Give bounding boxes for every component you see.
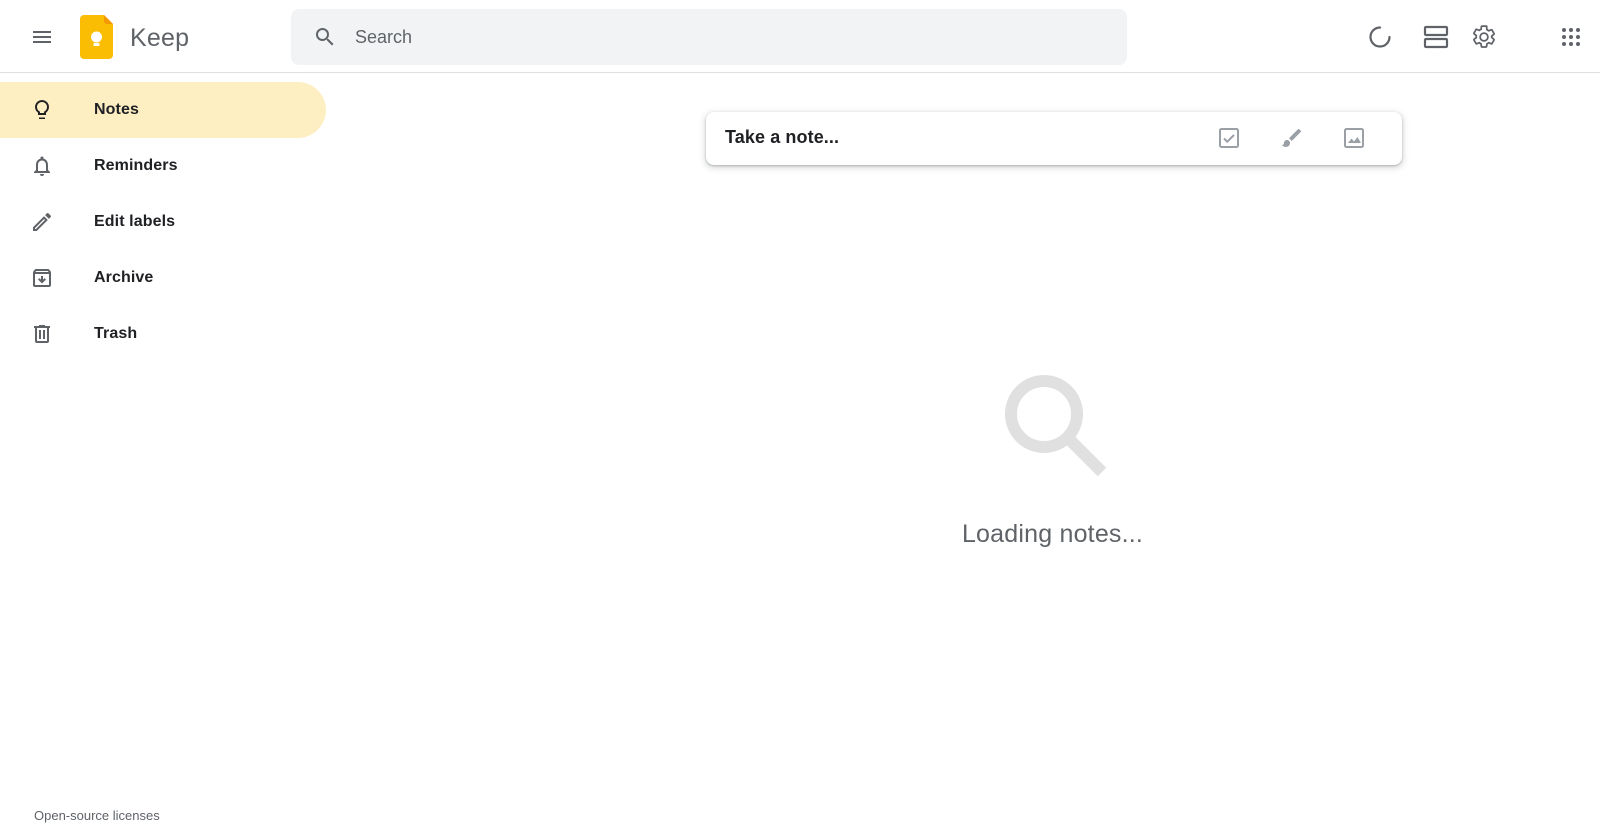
search-bar[interactable] xyxy=(291,9,1127,65)
loading-status-text: Loading notes... xyxy=(961,520,1144,548)
pencil-icon xyxy=(33,212,52,231)
google-apps-button[interactable] xyxy=(1547,13,1595,61)
sidebar-item-archive[interactable]: Archive xyxy=(0,250,326,306)
search-input[interactable] xyxy=(355,17,1095,57)
brush-icon xyxy=(1282,128,1302,147)
sidebar-nav: Notes Reminders Edit labels Archive Tras… xyxy=(0,82,330,362)
sidebar-item-edit-labels[interactable]: Edit labels xyxy=(0,194,326,250)
search-icon xyxy=(1005,375,1107,477)
refresh-icon xyxy=(1369,26,1391,48)
checkbox-list-icon xyxy=(1219,128,1239,148)
sidebar-item-reminders[interactable]: Reminders xyxy=(0,138,326,194)
lightbulb-icon xyxy=(35,100,49,119)
list-view-icon xyxy=(1423,25,1449,49)
image-icon xyxy=(1344,128,1364,148)
keep-logo-icon xyxy=(80,15,113,59)
new-image-note-button[interactable] xyxy=(1331,115,1377,161)
sidebar-item-notes[interactable]: Notes xyxy=(0,82,326,138)
list-view-button[interactable] xyxy=(1412,13,1460,61)
search-icon xyxy=(316,28,334,46)
refresh-button[interactable] xyxy=(1356,13,1404,61)
trash-icon xyxy=(34,325,50,343)
settings-gear-icon xyxy=(1473,25,1495,48)
main-menu-button[interactable] xyxy=(18,13,66,61)
sidebar-item-label: Trash xyxy=(94,325,138,342)
app-title: Keep xyxy=(130,24,190,52)
bell-icon xyxy=(34,156,50,176)
new-drawing-button[interactable] xyxy=(1269,115,1315,161)
sidebar-item-trash[interactable]: Trash xyxy=(0,306,326,362)
new-list-button[interactable] xyxy=(1206,115,1252,161)
sidebar-item-label: Archive xyxy=(94,269,154,286)
take-note-composer[interactable]: Take a note... xyxy=(706,112,1402,165)
sidebar-item-label: Reminders xyxy=(94,157,178,174)
hamburger-menu-icon xyxy=(33,31,51,43)
take-note-placeholder[interactable]: Take a note... xyxy=(725,127,839,148)
top-app-bar: Keep xyxy=(0,0,1600,73)
apps-grid-icon xyxy=(1562,28,1580,46)
open-source-licenses-link[interactable]: Open-source licenses xyxy=(34,808,160,823)
sidebar-item-label: Notes xyxy=(94,101,139,118)
keep-logo[interactable] xyxy=(80,15,113,59)
settings-button[interactable] xyxy=(1460,13,1508,61)
sidebar-item-label: Edit labels xyxy=(94,213,176,230)
archive-icon xyxy=(33,268,51,287)
search-button[interactable] xyxy=(301,13,349,61)
